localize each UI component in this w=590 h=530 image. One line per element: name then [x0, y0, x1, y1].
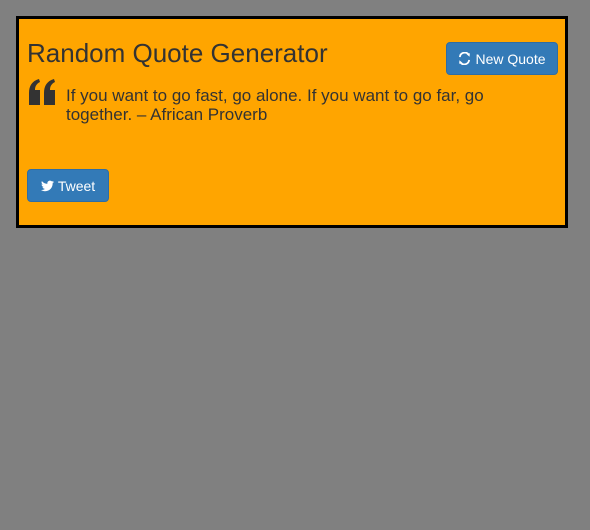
tweet-button[interactable]: Tweet	[27, 169, 109, 202]
new-quote-button[interactable]: New Quote	[446, 42, 558, 75]
quote-text: If you want to go fast, go alone. If you…	[66, 86, 484, 124]
refresh-icon	[458, 52, 471, 65]
quote-box: Random Quote Generator New Quote If you …	[16, 16, 568, 228]
new-quote-label: New Quote	[475, 50, 546, 67]
tweet-label: Tweet	[57, 177, 96, 194]
page-title: Random Quote Generator	[27, 38, 328, 68]
quote-left-icon	[27, 79, 57, 105]
twitter-icon	[40, 180, 54, 192]
